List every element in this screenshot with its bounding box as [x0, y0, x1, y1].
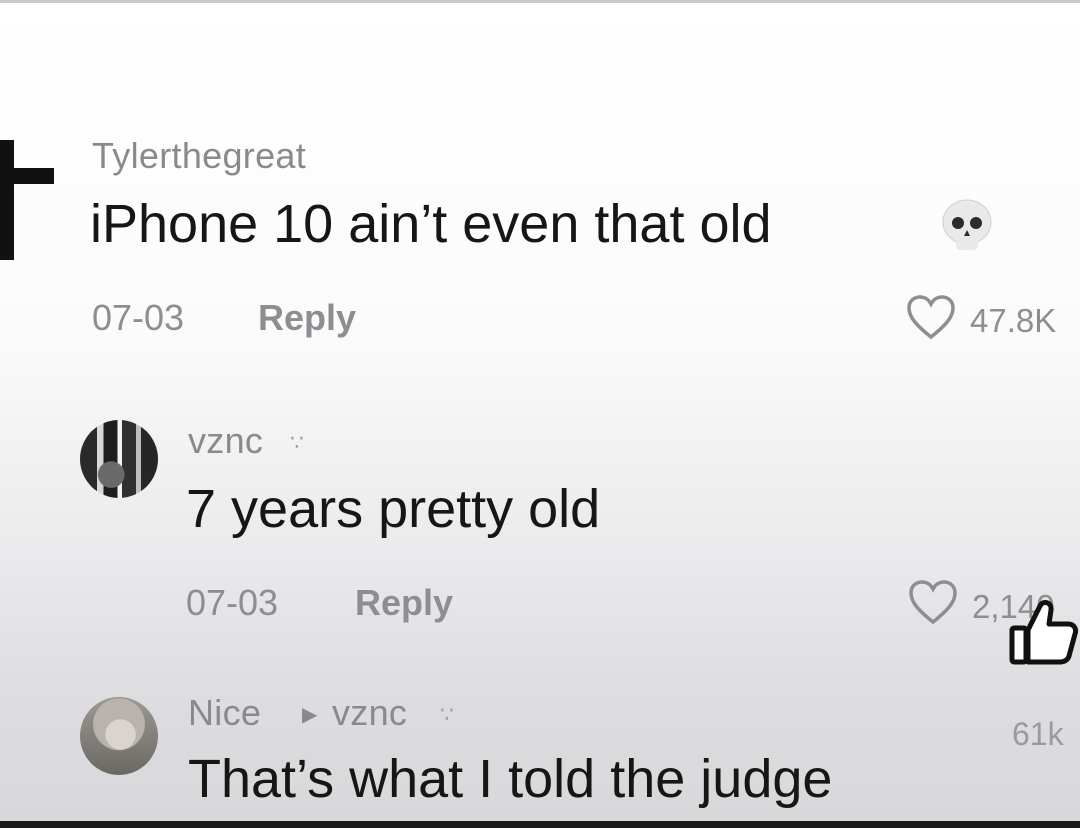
comment-1-text: iPhone 10 ain’t even that old — [90, 194, 772, 254]
comment-1-username[interactable]: Tylerthegreat — [92, 135, 306, 177]
comment-3-badge-icon: ∵ — [440, 702, 454, 727]
cropped-avatar[interactable] — [0, 130, 60, 260]
comment-3-text: That’s what I told the judge — [188, 749, 833, 809]
comment-1-date: 07-03 — [92, 297, 185, 338]
comment-3-avatar[interactable] — [80, 697, 158, 775]
comment-1-reply-button[interactable]: Reply — [258, 297, 356, 339]
comment-2-reply-button[interactable]: Reply — [355, 582, 453, 624]
comment-1-heart-icon[interactable] — [906, 295, 956, 341]
comment-3-username[interactable]: Nice — [188, 692, 261, 734]
skull-icon — [942, 199, 992, 250]
comment-2-date: 07-03 — [186, 582, 279, 623]
comment-2-badge-icon: ∵ — [290, 430, 304, 455]
comment-1-like-count: 47.8K — [970, 302, 1057, 339]
comment-2-text: 7 years pretty old — [186, 479, 601, 539]
bottom-border — [0, 821, 1080, 828]
comment-2-username[interactable]: vznc — [188, 420, 263, 462]
comment-3-like-count: 61k — [1012, 716, 1064, 752]
comment-2-heart-icon[interactable] — [908, 580, 958, 626]
comment-3-reply-to[interactable]: vznc — [332, 692, 407, 734]
top-border — [0, 0, 1080, 3]
thumbs-up-icon[interactable] — [1006, 596, 1080, 670]
comment-2-avatar[interactable] — [80, 420, 158, 498]
reply-arrow-icon: ▶ — [302, 704, 318, 726]
